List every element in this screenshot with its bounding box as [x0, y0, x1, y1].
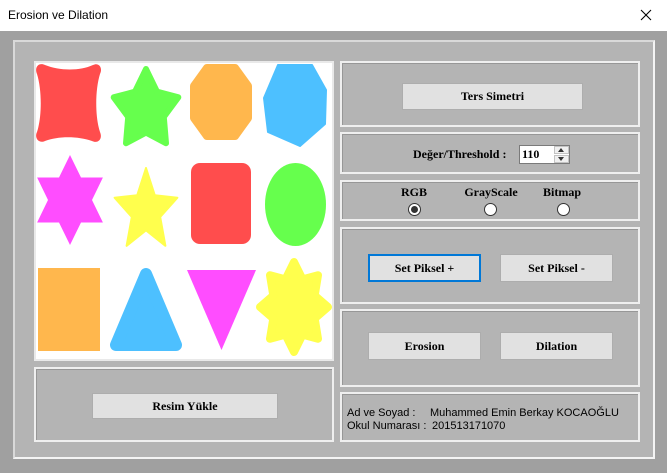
student-info-panel: Ad ve Soyad : Muhammed Emin Berkay KOCAO…	[340, 392, 640, 442]
spin-up-button[interactable]	[554, 146, 569, 154]
load-panel: Resim Yükle	[34, 367, 334, 442]
threshold-stepper[interactable]	[519, 145, 570, 164]
student-number-label: Okul Numarası :	[347, 420, 427, 432]
name-label: Ad ve Soyad :	[347, 407, 416, 419]
threshold-panel: Değer/Threshold :	[340, 132, 640, 174]
red-blob-shape	[36, 64, 102, 142]
green-star-shape	[110, 66, 182, 147]
threshold-input[interactable]	[520, 146, 554, 163]
orange-rect-shape	[38, 268, 100, 351]
color-mode-panel: RGB GrayScale Bitmap	[340, 180, 640, 221]
radio-rgb[interactable]	[407, 203, 421, 216]
orange-octagon-shape	[190, 64, 252, 140]
name-value: Muhammed Emin Berkay KOCAOĞLU	[430, 407, 619, 419]
set-pixel-plus-button[interactable]: Set Piksel +	[368, 254, 481, 282]
close-button[interactable]	[621, 0, 667, 31]
red-rounded-rect-shape	[191, 163, 251, 244]
threshold-label: Değer/Threshold :	[413, 147, 507, 161]
radio-label-rgb[interactable]: RGB	[374, 185, 454, 199]
yellow-eight-point-star-shape	[256, 258, 332, 356]
chevron-up-icon	[558, 148, 564, 152]
main-panel: Resim Yükle Ters Simetri Değer/Threshold…	[13, 40, 655, 459]
radio-grayscale[interactable]	[483, 203, 497, 216]
spin-down-button[interactable]	[554, 155, 569, 163]
magenta-hexagram-shape	[37, 155, 103, 245]
magenta-inverted-triangle-shape	[187, 270, 256, 350]
morphology-panel: Erosion Dilation	[340, 309, 640, 387]
dilation-button[interactable]: Dilation	[500, 332, 613, 360]
blue-triangle-shape	[110, 268, 182, 351]
chevron-down-icon	[558, 157, 564, 161]
yellow-star-shape	[113, 167, 179, 247]
radio-bitmap[interactable]	[556, 203, 570, 216]
student-number-value: 201513171070	[432, 420, 506, 432]
mirror-button[interactable]: Ters Simetri	[402, 83, 583, 110]
radio-label-grayscale[interactable]: GrayScale	[451, 185, 531, 199]
window-title: Erosion ve Dilation	[8, 8, 109, 22]
erosion-button[interactable]: Erosion	[368, 332, 481, 360]
set-pixel-minus-button[interactable]: Set Piksel -	[500, 254, 613, 282]
set-pixel-panel: Set Piksel + Set Piksel -	[340, 227, 640, 304]
title-bar[interactable]: Erosion ve Dilation	[0, 0, 667, 31]
mirror-panel: Ters Simetri	[340, 61, 640, 127]
blue-heptagon-shape	[263, 64, 327, 147]
radio-label-bitmap[interactable]: Bitmap	[522, 185, 602, 199]
close-icon	[640, 9, 652, 21]
load-image-button[interactable]: Resim Yükle	[92, 393, 278, 419]
loaded-image	[36, 64, 332, 356]
image-panel	[34, 61, 334, 361]
green-ellipse-shape	[265, 163, 326, 246]
